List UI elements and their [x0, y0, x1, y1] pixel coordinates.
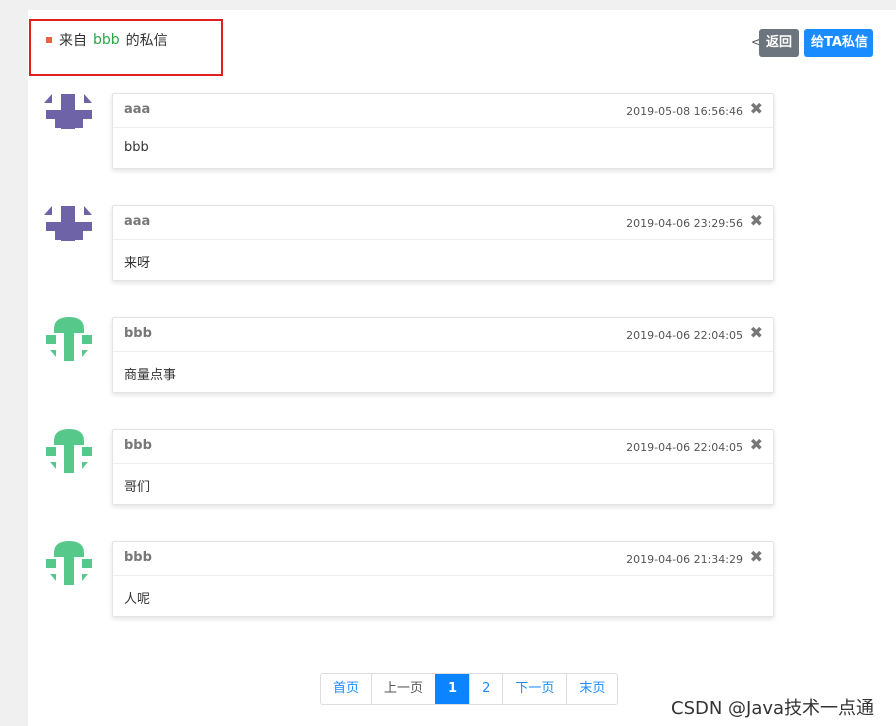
pagination: 首页 上一页 1 2 下一页 末页 — [320, 673, 619, 705]
close-icon[interactable]: ✖ — [750, 211, 763, 230]
last-page-link[interactable]: 末页 — [566, 674, 617, 704]
message-content: bbb — [124, 140, 149, 155]
message-card: bbb 2019-04-06 21:34:29 ✖ 人呢 — [112, 541, 774, 617]
next-page-link[interactable]: 下一页 — [502, 674, 566, 704]
message-time: 2019-04-06 22:04:05 — [626, 329, 743, 342]
page-title: 来自 bbb 的私信 — [46, 30, 168, 50]
page-2-link[interactable]: 2 — [469, 674, 502, 704]
message-time: 2019-04-06 22:04:05 — [626, 441, 743, 454]
sender-name[interactable]: bbb — [124, 326, 152, 341]
back-button[interactable]: 返回 — [759, 29, 800, 57]
message-content: 商量点事 — [124, 368, 177, 383]
sender-name[interactable]: bbb — [124, 438, 152, 453]
prev-page-link[interactable]: 上一页 — [371, 674, 435, 704]
sender-name[interactable]: bbb — [124, 550, 152, 565]
message-time: 2019-04-06 21:34:29 — [626, 553, 743, 566]
message-card: bbb 2019-04-06 22:04:05 ✖ 哥们 — [112, 429, 774, 505]
message-header: aaa 2019-05-08 16:56:46 ✖ — [113, 94, 773, 128]
green-pixel-avatar-icon — [46, 429, 92, 473]
message-header: bbb 2019-04-06 22:04:05 ✖ — [113, 430, 773, 464]
title-bullet-icon — [46, 37, 52, 43]
close-icon[interactable]: ✖ — [750, 547, 763, 566]
title-user-link[interactable]: bbb — [93, 32, 120, 48]
message-header: aaa 2019-04-06 23:29:56 ✖ — [113, 206, 773, 240]
page-1-link[interactable]: 1 — [435, 674, 470, 704]
message-card: aaa 2019-04-06 23:29:56 ✖ 来呀 — [112, 205, 774, 281]
green-pixel-avatar-icon — [46, 541, 92, 585]
close-icon[interactable]: ✖ — [750, 435, 763, 454]
send-message-button[interactable]: 给TA私信 — [804, 29, 873, 57]
watermark: CSDN @Java技术一点通 — [671, 698, 875, 719]
message-time: 2019-05-08 16:56:46 — [626, 105, 743, 118]
message-content: 哥们 — [124, 480, 151, 495]
close-icon[interactable]: ✖ — [750, 99, 763, 118]
message-content: 来呀 — [124, 256, 151, 271]
title-prefix: 来自 — [59, 33, 87, 49]
message-time: 2019-04-06 23:29:56 — [626, 217, 743, 230]
first-page-link[interactable]: 首页 — [321, 674, 371, 704]
message-header: bbb 2019-04-06 22:04:05 ✖ — [113, 318, 773, 352]
purple-pixel-avatar-icon — [44, 94, 92, 129]
sender-name[interactable]: aaa — [124, 102, 150, 117]
message-card: bbb 2019-04-06 22:04:05 ✖ 商量点事 — [112, 317, 774, 393]
title-suffix: 的私信 — [125, 33, 168, 49]
message-header: bbb 2019-04-06 21:34:29 ✖ — [113, 542, 773, 576]
close-icon[interactable]: ✖ — [750, 323, 763, 342]
purple-pixel-avatar-icon — [44, 206, 92, 241]
sender-name[interactable]: aaa — [124, 214, 150, 229]
message-content: 人呢 — [124, 592, 151, 607]
green-pixel-avatar-icon — [46, 317, 92, 361]
message-card: aaa 2019-05-08 16:56:46 ✖ bbb — [112, 93, 774, 169]
